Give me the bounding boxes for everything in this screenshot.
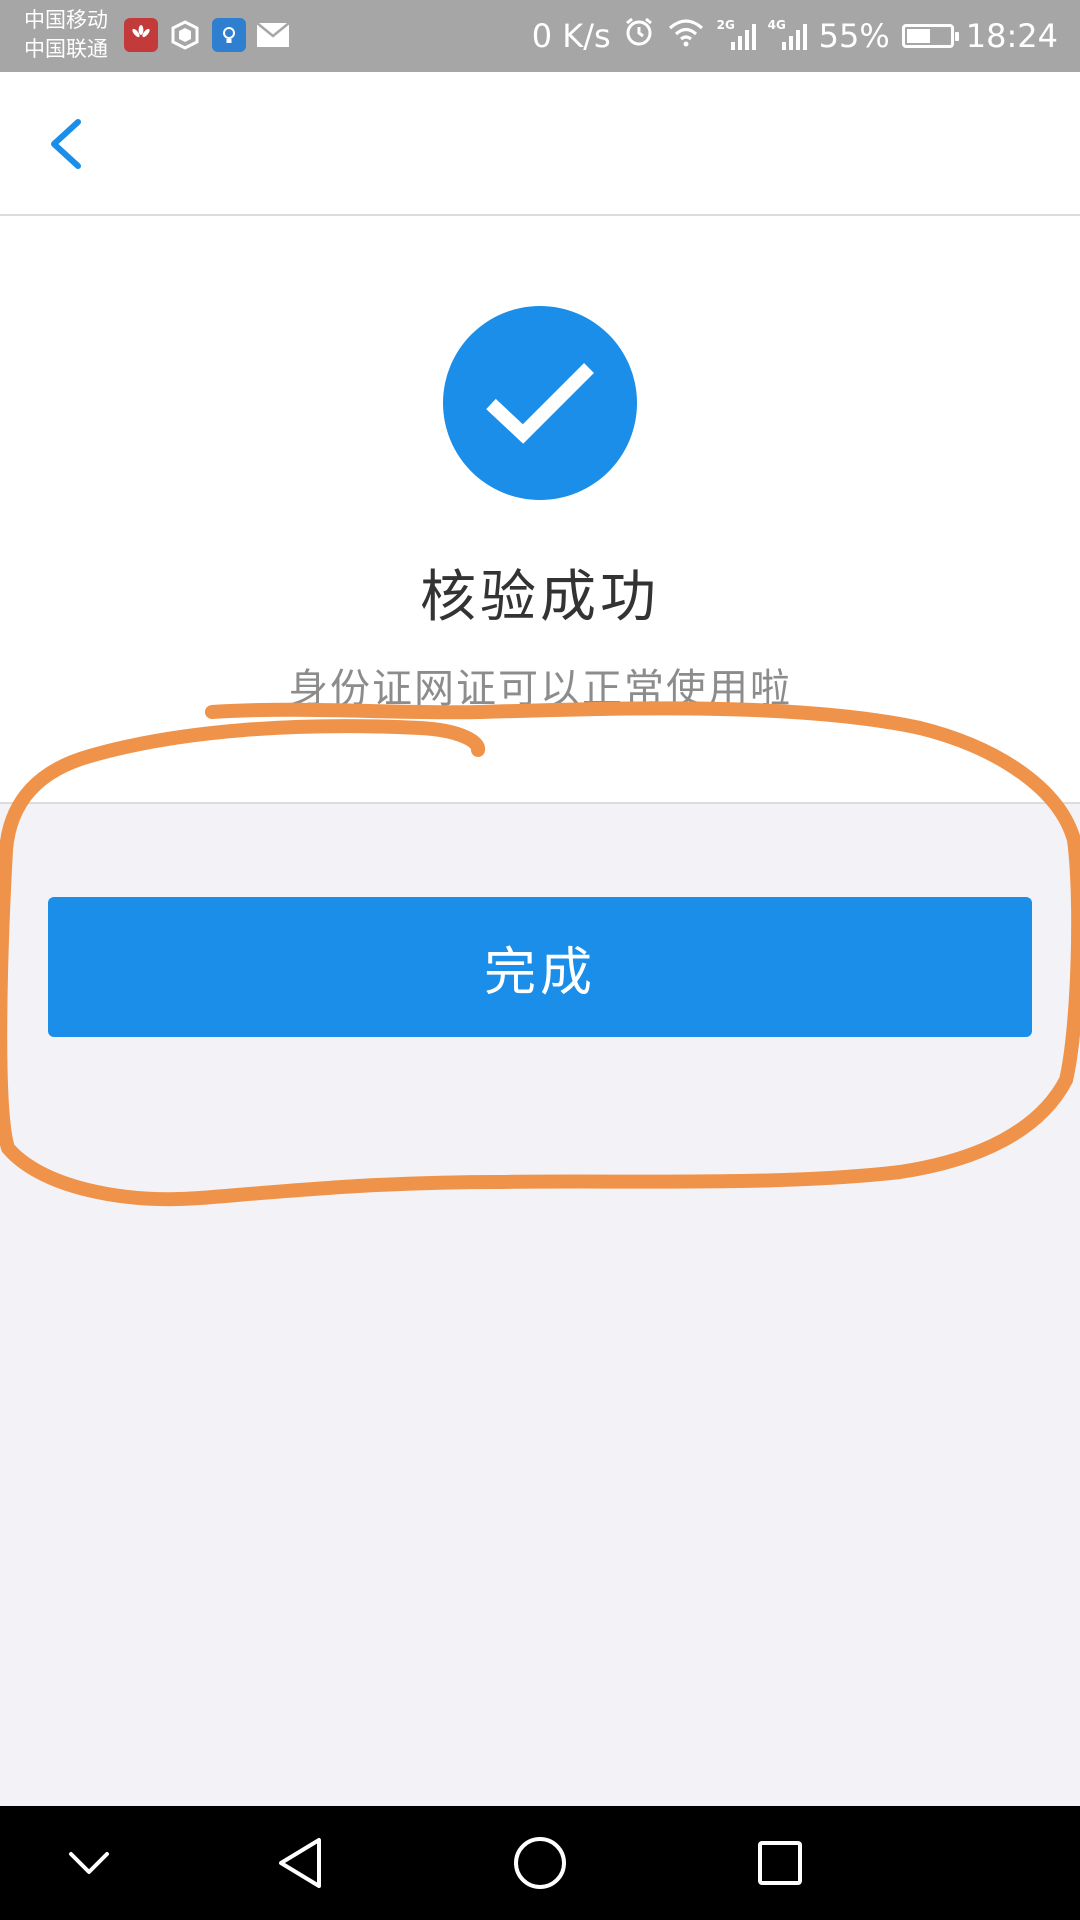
result-title: 核验成功 — [420, 565, 660, 630]
net-speed: 0 K/s — [531, 17, 611, 55]
recents-square-icon — [758, 1841, 802, 1885]
carrier-1: 中国移动 — [24, 8, 108, 32]
notification-icons — [124, 18, 290, 52]
carrier-2: 中国联通 — [24, 37, 108, 61]
signal-2g-icon: 2G — [717, 18, 756, 50]
back-triangle-icon — [279, 1838, 321, 1888]
wifi-icon — [667, 17, 705, 55]
done-button[interactable]: 完成 — [48, 897, 1032, 1037]
result-subtitle: 身份证网证可以正常使用啦 — [288, 666, 792, 712]
signal-2g-label: 2G — [716, 18, 735, 32]
signal-4g-label: 4G — [767, 18, 786, 32]
recents-nav-button[interactable] — [745, 1828, 815, 1898]
chevron-down-icon — [69, 1852, 109, 1874]
lightbulb-app-icon — [212, 18, 246, 52]
verification-result-panel: 核验成功 身份证网证可以正常使用啦 — [0, 216, 1080, 804]
chevron-left-icon — [51, 119, 81, 169]
huawei-app-icon — [124, 18, 158, 52]
status-right: 0 K/s 2G 4G 55% 18:24 — [532, 0, 1058, 72]
shield-app-icon — [168, 18, 202, 52]
battery-icon — [901, 24, 959, 48]
battery-percent: 55% — [818, 17, 890, 55]
clock: 18:24 — [965, 17, 1058, 55]
signal-4g-icon: 4G — [768, 18, 807, 50]
home-circle-icon — [514, 1837, 566, 1889]
back-button[interactable] — [40, 114, 100, 174]
alarm-icon — [623, 16, 655, 56]
hide-nav-button[interactable] — [54, 1828, 124, 1898]
check-circle-icon — [443, 306, 637, 500]
back-nav-button[interactable] — [265, 1828, 335, 1898]
header-bar — [0, 72, 1080, 216]
carrier-names: 中国移动 中国联通 — [24, 6, 108, 64]
status-bar: 中国移动 中国联通 0 K/s 2G 4G 55% 18:24 — [0, 0, 1080, 72]
battery-level — [906, 29, 930, 43]
navigation-bar — [0, 1806, 1080, 1920]
mail-icon — [256, 18, 290, 52]
home-nav-button[interactable] — [505, 1828, 575, 1898]
